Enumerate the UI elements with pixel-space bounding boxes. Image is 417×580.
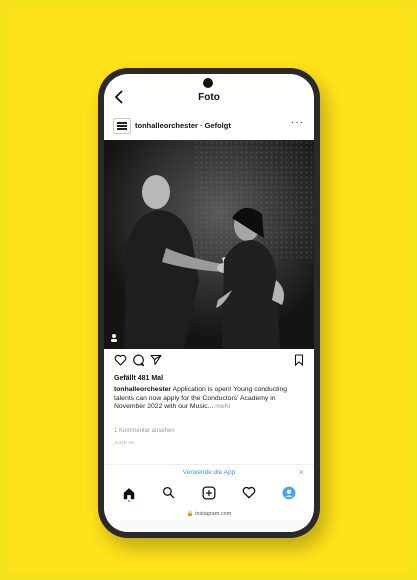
page-title: Foto bbox=[198, 92, 220, 103]
caption-more-link[interactable]: mehr bbox=[213, 403, 231, 410]
search-icon[interactable] bbox=[162, 486, 178, 502]
add-post-icon[interactable] bbox=[202, 486, 218, 502]
bottom-nav bbox=[104, 486, 314, 506]
divider bbox=[104, 464, 314, 465]
avatar[interactable] bbox=[113, 118, 131, 134]
post-image[interactable] bbox=[104, 140, 314, 349]
browser-bar bbox=[104, 520, 314, 532]
open-app-banner: Verwende die App × bbox=[104, 466, 314, 482]
profile-avatar-icon[interactable] bbox=[282, 486, 298, 502]
use-app-link[interactable]: Verwende die App bbox=[104, 469, 314, 476]
post-caption: tonhalleorchester Application is open! Y… bbox=[114, 386, 304, 412]
activity-heart-icon[interactable] bbox=[242, 486, 258, 502]
view-comments-link[interactable]: 1 Kommentar ansehen bbox=[114, 428, 175, 434]
phone-screen: Foto tonhalleorchester · Gefolgt ··· Gef… bbox=[104, 74, 314, 532]
close-icon[interactable]: × bbox=[299, 467, 304, 477]
username-follow[interactable]: tonhalleorchester · Gefolgt bbox=[135, 121, 231, 130]
share-icon[interactable] bbox=[150, 353, 164, 367]
phone-frame: Foto tonhalleorchester · Gefolgt ··· Gef… bbox=[98, 68, 320, 538]
post-header: tonhalleorchester · Gefolgt ··· bbox=[104, 115, 314, 137]
bookmark-icon[interactable] bbox=[294, 353, 308, 367]
caption-username[interactable]: tonhalleorchester bbox=[114, 386, 171, 393]
home-icon[interactable] bbox=[122, 486, 138, 502]
front-camera bbox=[203, 78, 213, 88]
more-horizontal-icon[interactable]: ··· bbox=[291, 117, 304, 128]
comment-icon[interactable] bbox=[132, 353, 146, 367]
post-actions bbox=[104, 353, 314, 371]
browser-url[interactable]: 🔒 instagram.com bbox=[104, 511, 314, 517]
top-bar: Foto bbox=[104, 88, 314, 110]
heart-icon[interactable] bbox=[114, 353, 128, 367]
like-count[interactable]: Gefällt 481 Mal bbox=[114, 375, 163, 382]
post-date: JUNE 28 bbox=[114, 440, 135, 445]
